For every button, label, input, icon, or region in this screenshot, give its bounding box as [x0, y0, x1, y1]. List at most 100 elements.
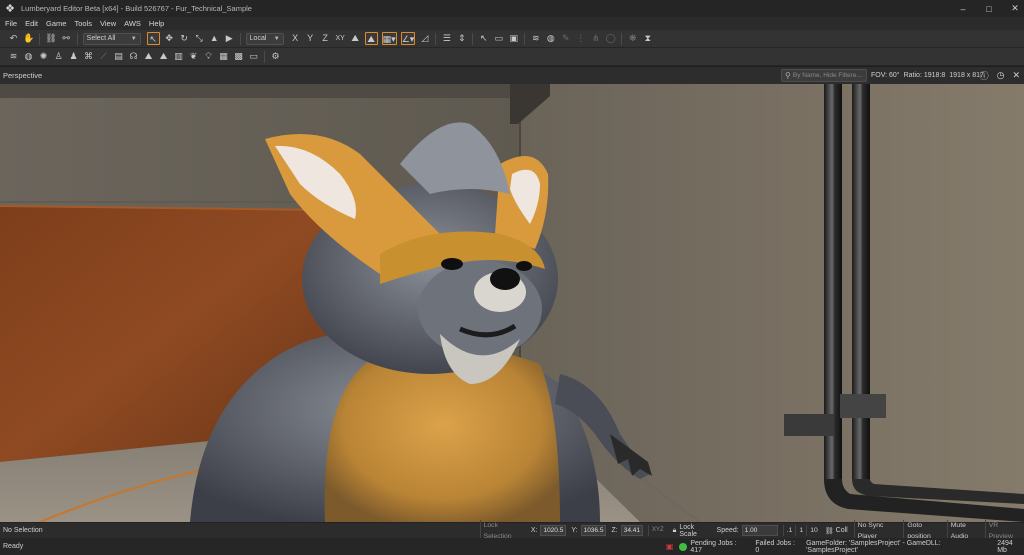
z-coordinate-field[interactable]: 34.41	[620, 525, 643, 536]
collision-button[interactable]: Coll	[836, 527, 848, 534]
toolbar-separator	[472, 32, 474, 45]
minimize-icon[interactable]: –	[958, 4, 968, 14]
stack-icon[interactable]: ≋	[530, 32, 541, 45]
vegetation-icon[interactable]: ❦	[188, 50, 199, 63]
database-icon[interactable]: ▥	[173, 50, 184, 63]
speed-field-wrap: 1.00	[741, 525, 778, 536]
hand-icon[interactable]: ✋	[23, 32, 34, 45]
viewport-info: FOV: 60° Ratio: 1918:8 1918 x 817	[871, 67, 988, 84]
layer-dropdown-icon[interactable]: ⇕	[456, 32, 467, 45]
scale-tool-icon[interactable]: ⤡	[194, 32, 205, 45]
angle-snap-icon[interactable]: ∠▾	[400, 32, 416, 45]
globe-icon[interactable]: ◍	[23, 50, 34, 63]
ruler-icon[interactable]: ◿	[419, 32, 430, 45]
coordinate-space-dropdown[interactable]: Local ▼	[245, 32, 284, 45]
pending-jobs[interactable]: Pending Jobs : 417	[690, 540, 749, 554]
undo-icon[interactable]: ↶	[8, 32, 19, 45]
follow-terrain-icon[interactable]: ⛰	[364, 32, 378, 45]
disabled-tool-icon[interactable]: ⋔	[590, 32, 601, 45]
menu-help[interactable]: Help	[149, 19, 164, 28]
menu-aws[interactable]: AWS	[124, 19, 141, 28]
select-tool-icon[interactable]: ↖	[146, 32, 160, 45]
particles-icon[interactable]: ✺	[38, 50, 49, 63]
speed-preset-1[interactable]: 1	[795, 525, 806, 536]
link-icon[interactable]: ⛓	[45, 32, 56, 45]
maximize-icon[interactable]: □	[984, 4, 994, 14]
menu-file[interactable]: File	[5, 19, 17, 28]
speed-preset-10[interactable]: 10	[806, 525, 821, 536]
folder-icon[interactable]: ▣	[508, 32, 519, 45]
perspective-viewport[interactable]	[0, 84, 1024, 522]
flowgraph-icon[interactable]: ⌘	[83, 50, 94, 63]
disabled-tool-icon[interactable]: ◯	[605, 32, 616, 45]
menu-view[interactable]: View	[100, 19, 116, 28]
ready-status: Ready	[3, 543, 24, 550]
close-icon[interactable]: ✕	[1012, 70, 1020, 81]
globe-icon[interactable]: ◍	[545, 32, 556, 45]
terrain-texture-icon[interactable]: ⛰	[158, 50, 169, 63]
layers-icon[interactable]: ≋	[8, 50, 19, 63]
console-icon[interactable]: ▩	[233, 50, 244, 63]
terrain-snap-icon[interactable]: ⛰	[350, 32, 361, 45]
object-icon[interactable]: ▭	[493, 32, 504, 45]
error-icon[interactable]: ▣	[666, 542, 674, 551]
animation-icon[interactable]: ♟	[68, 50, 79, 63]
character-icon[interactable]: ♙	[53, 50, 64, 63]
script-icon[interactable]: ⟋	[98, 50, 109, 63]
disabled-tool-icon[interactable]: ⋮	[575, 32, 586, 45]
y-coordinate: Y: 1036.5	[571, 525, 607, 536]
audio-icon[interactable]: ☊	[128, 50, 139, 63]
search-icon: ⚲	[785, 71, 791, 80]
toolbar-separator	[39, 32, 41, 45]
lumberyard-logo-icon: ❖	[5, 2, 15, 15]
viewport-render	[0, 84, 1024, 522]
menu-edit[interactable]: Edit	[25, 19, 38, 28]
ratio-readout[interactable]: Ratio: 1918:8	[904, 72, 946, 79]
x-coordinate-field[interactable]: 1020.5	[540, 525, 567, 536]
play-icon[interactable]: ▶	[224, 32, 235, 45]
toolbar-separator	[264, 50, 265, 63]
grid-snap-icon[interactable]: ▦▾	[381, 32, 397, 45]
physics-icon[interactable]: ❋	[627, 32, 638, 45]
terrain-tool-icon[interactable]: ▲	[209, 32, 220, 45]
terrain-editor-icon[interactable]: ⛰	[143, 50, 154, 63]
lock-scale-button[interactable]: Lock Scale	[679, 524, 710, 538]
lightbulb-icon[interactable]: 💡︎	[203, 50, 214, 63]
axis-x-button[interactable]: X	[290, 32, 301, 45]
toolbar-separator	[76, 32, 78, 45]
toolbar-separator	[524, 32, 526, 45]
viewport-search-input[interactable]	[792, 72, 863, 79]
clock-icon[interactable]: ◷	[997, 70, 1005, 81]
viewport-title[interactable]: Perspective	[3, 71, 42, 80]
trackview-icon[interactable]: ▤	[113, 50, 124, 63]
axis-z-button[interactable]: Z	[320, 32, 331, 45]
y-coordinate-field[interactable]: 1036.5	[580, 525, 607, 536]
unlink-icon[interactable]: ⚯	[61, 32, 72, 45]
fov-readout[interactable]: FOV: 60°	[871, 72, 900, 79]
speed-label: Speed:	[716, 527, 739, 534]
x-coordinate: X: 1020.5	[531, 525, 567, 536]
menu-game[interactable]: Game	[46, 19, 66, 28]
selection-status: No Selection	[3, 527, 43, 534]
rotate-tool-icon[interactable]: ↻	[179, 32, 190, 45]
select-filter-dropdown[interactable]: Select All ▼	[82, 32, 141, 45]
hourglass-icon[interactable]: ⧗	[642, 32, 653, 45]
material-icon[interactable]: ▦	[218, 50, 229, 63]
move-tool-icon[interactable]: ✥	[164, 32, 175, 45]
pointer-icon[interactable]: ↖	[478, 32, 489, 45]
lock-icon: 🔒︎	[672, 526, 677, 534]
menu-tools[interactable]: Tools	[74, 19, 92, 28]
list-icon[interactable]: ☰	[441, 32, 452, 45]
close-icon[interactable]: ✕	[1010, 3, 1020, 14]
speed-input[interactable]: 1.00	[741, 525, 778, 536]
disabled-tool-icon[interactable]: ✎	[560, 32, 571, 45]
ui-editor-icon[interactable]: ▭	[248, 50, 259, 63]
axis-xy-button[interactable]: XY	[335, 32, 346, 45]
info-icon[interactable]: ⓘ	[980, 69, 989, 82]
settings-icon[interactable]: ⚙	[270, 50, 281, 63]
axis-y-button[interactable]: Y	[305, 32, 316, 45]
speed-preset-0.1[interactable]: .1	[782, 525, 796, 536]
viewport-icons: ⓘ ◷ ✕	[980, 67, 1020, 84]
xyz-toggle[interactable]: XYZ	[647, 525, 667, 536]
failed-jobs[interactable]: Failed Jobs : 0	[755, 540, 800, 554]
